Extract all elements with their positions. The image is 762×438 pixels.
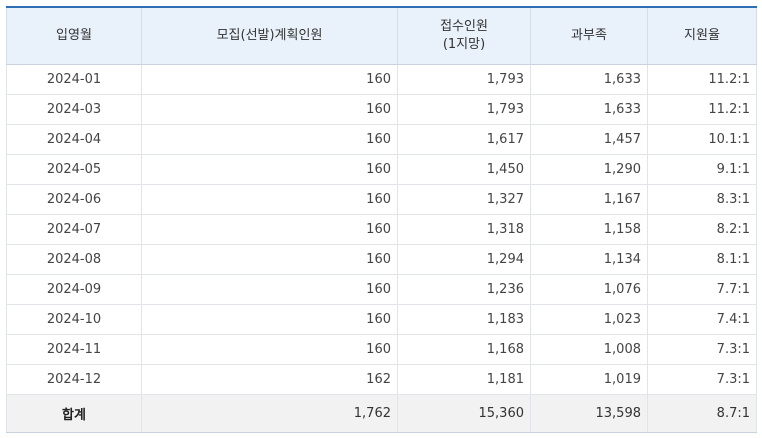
cell-month: 2024-01 — [6, 64, 142, 95]
cell-applicants: 1,450 — [397, 154, 531, 185]
cell-diff: 1,019 — [530, 364, 648, 395]
total-label: 합계 — [6, 393, 142, 433]
cell-month: 2024-07 — [6, 214, 142, 245]
cell-rate: 7.4:1 — [647, 304, 757, 335]
cell-applicants: 1,294 — [397, 244, 531, 275]
table-body: 2024-01 160 1,793 1,633 11.2:1 2024-03 160 1,79… — [6, 64, 757, 433]
cell-diff: 1,134 — [530, 244, 648, 275]
table-row: 2024-04 160 1,617 1,457 10.1:1 — [6, 124, 757, 155]
table-row: 2024-06 160 1,327 1,167 8.3:1 — [6, 184, 757, 215]
header-month: 입영월 — [6, 6, 142, 65]
table-row: 2024-09 160 1,236 1,076 7.7:1 — [6, 274, 757, 305]
header-applicants-line2: (1지망) — [442, 36, 486, 52]
table-row: 2024-08 160 1,294 1,134 8.1:1 — [6, 244, 757, 275]
cell-diff: 1,290 — [530, 154, 648, 185]
table-row: 2024-01 160 1,793 1,633 11.2:1 — [6, 64, 757, 95]
recruitment-stats-table: 입영월 모집(선발)계획인원 접수인원 (1지망) 과부족 지원율 2024-0… — [6, 6, 757, 433]
cell-rate: 10.1:1 — [647, 124, 757, 155]
cell-applicants: 1,318 — [397, 214, 531, 245]
table-header: 입영월 모집(선발)계획인원 접수인원 (1지망) 과부족 지원율 — [6, 6, 757, 65]
cell-diff: 1,633 — [530, 94, 648, 125]
cell-month: 2024-11 — [6, 334, 142, 365]
table-row: 2024-12 162 1,181 1,019 7.3:1 — [6, 364, 757, 395]
cell-month: 2024-05 — [6, 154, 142, 185]
header-rate: 지원율 — [647, 6, 757, 65]
total-rate: 8.7:1 — [647, 393, 757, 433]
cell-rate: 8.2:1 — [647, 214, 757, 245]
cell-rate: 11.2:1 — [647, 64, 757, 95]
cell-rate: 7.7:1 — [647, 274, 757, 305]
header-row: 입영월 모집(선발)계획인원 접수인원 (1지망) 과부족 지원율 — [6, 6, 757, 65]
table-row: 2024-05 160 1,450 1,290 9.1:1 — [6, 154, 757, 185]
header-plan: 모집(선발)계획인원 — [141, 6, 398, 65]
cell-diff: 1,158 — [530, 214, 648, 245]
total-plan: 1,762 — [141, 393, 398, 433]
cell-diff: 1,076 — [530, 274, 648, 305]
cell-rate: 9.1:1 — [647, 154, 757, 185]
cell-rate: 11.2:1 — [647, 94, 757, 125]
cell-month: 2024-08 — [6, 244, 142, 275]
table-row: 2024-10 160 1,183 1,023 7.4:1 — [6, 304, 757, 335]
cell-plan: 160 — [141, 154, 398, 185]
cell-rate: 7.3:1 — [647, 364, 757, 395]
cell-diff: 1,167 — [530, 184, 648, 215]
cell-month: 2024-06 — [6, 184, 142, 215]
table-row: 2024-03 160 1,793 1,633 11.2:1 — [6, 94, 757, 125]
cell-plan: 160 — [141, 184, 398, 215]
total-row: 합계 1,762 15,360 13,598 8.7:1 — [6, 393, 757, 433]
cell-month: 2024-09 — [6, 274, 142, 305]
cell-plan: 160 — [141, 334, 398, 365]
header-diff: 과부족 — [530, 6, 648, 65]
total-applicants: 15,360 — [397, 393, 531, 433]
cell-plan: 160 — [141, 214, 398, 245]
recruitment-table-panel: 입영월 모집(선발)계획인원 접수인원 (1지망) 과부족 지원율 2024-0… — [0, 0, 762, 438]
cell-month: 2024-12 — [6, 364, 142, 395]
cell-plan: 162 — [141, 364, 398, 395]
cell-applicants: 1,168 — [397, 334, 531, 365]
cell-applicants: 1,183 — [397, 304, 531, 335]
cell-month: 2024-03 — [6, 94, 142, 125]
header-applicants-line1: 접수인원 — [440, 18, 488, 34]
cell-month: 2024-10 — [6, 304, 142, 335]
cell-applicants: 1,793 — [397, 94, 531, 125]
cell-rate: 8.1:1 — [647, 244, 757, 275]
cell-applicants: 1,327 — [397, 184, 531, 215]
cell-month: 2024-04 — [6, 124, 142, 155]
cell-plan: 160 — [141, 274, 398, 305]
total-diff: 13,598 — [530, 393, 648, 433]
cell-plan: 160 — [141, 304, 398, 335]
cell-applicants: 1,793 — [397, 64, 531, 95]
cell-diff: 1,008 — [530, 334, 648, 365]
cell-applicants: 1,617 — [397, 124, 531, 155]
table-row: 2024-07 160 1,318 1,158 8.2:1 — [6, 214, 757, 245]
cell-diff: 1,633 — [530, 64, 648, 95]
cell-plan: 160 — [141, 124, 398, 155]
cell-plan: 160 — [141, 244, 398, 275]
cell-diff: 1,023 — [530, 304, 648, 335]
cell-diff: 1,457 — [530, 124, 648, 155]
cell-rate: 7.3:1 — [647, 334, 757, 365]
cell-applicants: 1,181 — [397, 364, 531, 395]
cell-rate: 8.3:1 — [647, 184, 757, 215]
cell-applicants: 1,236 — [397, 274, 531, 305]
cell-plan: 160 — [141, 64, 398, 95]
cell-plan: 160 — [141, 94, 398, 125]
header-applicants: 접수인원 (1지망) — [397, 6, 531, 65]
table-row: 2024-11 160 1,168 1,008 7.3:1 — [6, 334, 757, 365]
